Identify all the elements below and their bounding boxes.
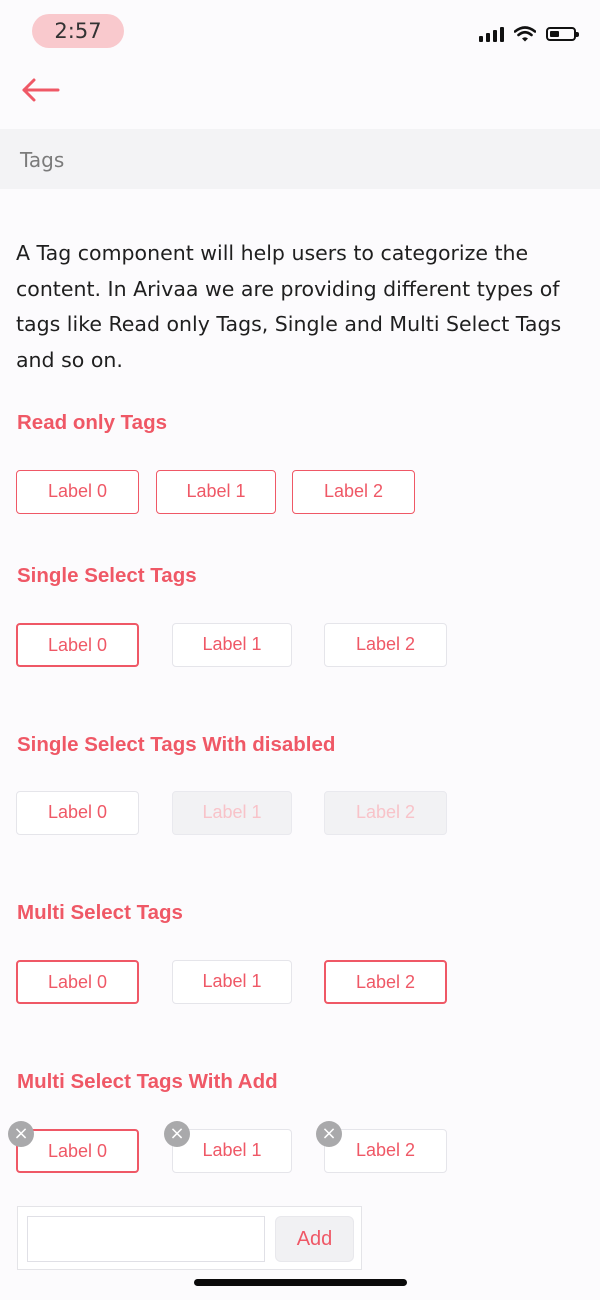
section-title: Tags bbox=[20, 148, 65, 172]
readonly-tag: Label 0 bbox=[16, 470, 139, 514]
section-heading-multi-select-add: Multi Select Tags With Add bbox=[17, 1070, 278, 1093]
tag-name-input[interactable] bbox=[27, 1216, 265, 1262]
disabled-tag: Label 2 bbox=[324, 791, 447, 835]
section-header: Tags bbox=[0, 129, 600, 189]
disabled-tag: Label 1 bbox=[172, 791, 292, 835]
readonly-tag: Label 2 bbox=[292, 470, 415, 514]
status-icons bbox=[479, 26, 579, 42]
status-time: 2:57 bbox=[32, 14, 124, 48]
readonly-tag: Label 1 bbox=[156, 470, 276, 514]
add-tag-form: Add bbox=[17, 1206, 362, 1270]
removable-tag[interactable]: Label 0 bbox=[16, 1129, 139, 1173]
removable-tag[interactable]: Label 2 bbox=[324, 1129, 447, 1173]
close-circle-icon[interactable]: × bbox=[8, 1121, 34, 1147]
signal-icon bbox=[479, 26, 504, 42]
section-heading-single-select-disabled: Single Select Tags With disabled bbox=[17, 733, 336, 756]
single-select-tag[interactable]: Label 1 bbox=[172, 623, 292, 667]
section-heading-read-only: Read only Tags bbox=[17, 411, 167, 434]
multi-select-tag[interactable]: Label 1 bbox=[172, 960, 292, 1004]
arrow-left-icon bbox=[22, 78, 60, 102]
single-select-tag[interactable]: Label 0 bbox=[16, 791, 139, 835]
section-heading-multi-select: Multi Select Tags bbox=[17, 901, 183, 924]
intro-text: A Tag component will help users to categ… bbox=[16, 241, 562, 372]
section-heading-single-select: Single Select Tags bbox=[17, 564, 197, 587]
back-button[interactable] bbox=[20, 72, 64, 108]
battery-icon bbox=[546, 27, 579, 41]
multi-select-tag[interactable]: Label 0 bbox=[16, 960, 139, 1004]
removable-tag[interactable]: Label 1 bbox=[172, 1129, 292, 1173]
status-bar: 2:57 bbox=[0, 0, 600, 70]
close-circle-icon[interactable]: × bbox=[164, 1121, 190, 1147]
add-button[interactable]: Add bbox=[275, 1216, 354, 1262]
close-circle-icon[interactable]: × bbox=[316, 1121, 342, 1147]
home-indicator[interactable] bbox=[194, 1279, 407, 1286]
single-select-tag[interactable]: Label 0 bbox=[16, 623, 139, 667]
single-select-tag[interactable]: Label 2 bbox=[324, 623, 447, 667]
wifi-icon bbox=[514, 26, 536, 42]
multi-select-tag[interactable]: Label 2 bbox=[324, 960, 447, 1004]
